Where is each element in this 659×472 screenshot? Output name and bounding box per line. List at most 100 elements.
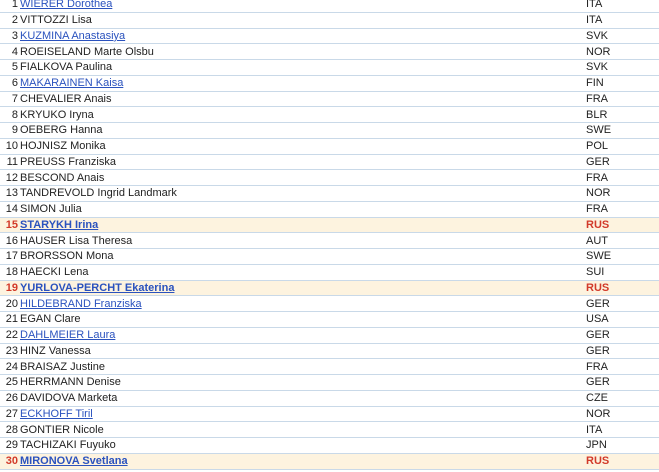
athlete-cell: DAVIDOVA Marketa — [20, 390, 580, 407]
athlete-name-link[interactable]: DAHLMEIER Laura — [20, 329, 115, 341]
nation-cell: RUS — [580, 453, 659, 470]
table-row: 15 STARYKH Irina RUS — [0, 217, 659, 234]
nation-cell: POL — [580, 138, 659, 155]
table-row: 24 BRAISAZ Justine FRA — [0, 358, 659, 375]
athlete-name: CHEVALIER Anais — [20, 92, 112, 105]
table-row: 10 HOJNISZ Monika POL — [0, 138, 659, 155]
rank-cell: 4 — [0, 43, 20, 60]
results-table-body: 1 WIERER Dorothea ITA 2 VITTOZZI Lisa ITA 3 KUZ… — [0, 0, 659, 470]
rank-cell: 20 — [0, 295, 20, 312]
athlete-cell: TACHIZAKI Fuyuko — [20, 437, 580, 454]
athlete-cell: HAECKI Lena — [20, 264, 580, 281]
athlete-cell: SIMON Julia — [20, 201, 580, 218]
athlete-cell: ECKHOFF Tiril — [20, 406, 580, 423]
athlete-cell: VITTOZZI Lisa — [20, 12, 580, 29]
table-row: 23 HINZ Vanessa GER — [0, 343, 659, 360]
athlete-name: EGAN Clare — [20, 313, 81, 326]
table-row: 13 TANDREVOLD Ingrid Landmark NOR — [0, 185, 659, 202]
nation-cell: SVK — [580, 28, 659, 45]
athlete-name: VITTOZZI Lisa — [20, 14, 92, 27]
athlete-name: TACHIZAKI Fuyuko — [20, 439, 116, 452]
rank-cell: 30 — [0, 453, 20, 470]
athlete-cell: WIERER Dorothea — [20, 0, 580, 13]
table-row: 3 KUZMINA Anastasiya SVK — [0, 28, 659, 45]
table-row: 30 MIRONOVA Svetlana RUS — [0, 453, 659, 470]
nation-cell: SWE — [580, 122, 659, 139]
athlete-name-link[interactable]: HILDEBRAND Franziska — [20, 298, 142, 310]
rank-cell: 8 — [0, 106, 20, 123]
nation-cell: NOR — [580, 43, 659, 60]
nation-cell: CZE — [580, 390, 659, 407]
nation-cell: FRA — [580, 91, 659, 108]
nation-cell: GER — [580, 154, 659, 171]
athlete-cell: YURLOVA-PERCHT Ekaterina — [20, 280, 580, 297]
rank-cell: 27 — [0, 406, 20, 423]
athlete-name-link[interactable]: WIERER Dorothea — [20, 0, 112, 10]
athlete-cell: PREUSS Franziska — [20, 154, 580, 171]
athlete-cell: HAUSER Lisa Theresa — [20, 232, 580, 249]
rank-cell: 21 — [0, 311, 20, 328]
table-row: 29 TACHIZAKI Fuyuko JPN — [0, 437, 659, 454]
table-row: 19 YURLOVA-PERCHT Ekaterina RUS — [0, 280, 659, 297]
athlete-name: OEBERG Hanna — [20, 124, 103, 137]
table-row: 1 WIERER Dorothea ITA — [0, 0, 659, 13]
athlete-cell: DAHLMEIER Laura — [20, 327, 580, 344]
table-row: 16 HAUSER Lisa Theresa AUT — [0, 232, 659, 249]
athlete-cell: BRAISAZ Justine — [20, 358, 580, 375]
table-row: 12 BESCOND Anais FRA — [0, 169, 659, 186]
athlete-cell: HINZ Vanessa — [20, 343, 580, 360]
nation-cell: FRA — [580, 169, 659, 186]
athlete-name: HOJNISZ Monika — [20, 140, 106, 153]
athlete-name-link[interactable]: MIRONOVA Svetlana — [20, 455, 128, 467]
nation-cell: RUS — [580, 217, 659, 234]
rank-cell: 9 — [0, 122, 20, 139]
athlete-name: TANDREVOLD Ingrid Landmark — [20, 187, 177, 200]
table-row: 8 KRYUKO Iryna BLR — [0, 106, 659, 123]
table-row: 17 BRORSSON Mona SWE — [0, 248, 659, 265]
athlete-cell: HILDEBRAND Franziska — [20, 295, 580, 312]
athlete-name-link[interactable]: STARYKH Irina — [20, 219, 98, 231]
athlete-name-link[interactable]: ECKHOFF Tiril — [20, 408, 93, 420]
athlete-name-link[interactable]: KUZMINA Anastasiya — [20, 30, 125, 42]
nation-cell: SUI — [580, 264, 659, 281]
rank-cell: 7 — [0, 91, 20, 108]
athlete-name: BRAISAZ Justine — [20, 360, 105, 373]
nation-cell: GER — [580, 327, 659, 344]
athlete-name: FIALKOVA Paulina — [20, 61, 113, 74]
athlete-cell: HOJNISZ Monika — [20, 138, 580, 155]
table-row: 28 GONTIER Nicole ITA — [0, 421, 659, 438]
nation-cell: GER — [580, 343, 659, 360]
athlete-name: BRORSSON Mona — [20, 250, 114, 263]
nation-cell: GER — [580, 295, 659, 312]
nation-cell: BLR — [580, 106, 659, 123]
athlete-cell: TANDREVOLD Ingrid Landmark — [20, 185, 580, 202]
nation-cell: NOR — [580, 185, 659, 202]
rank-cell: 23 — [0, 343, 20, 360]
nation-cell: FRA — [580, 201, 659, 218]
athlete-name: DAVIDOVA Marketa — [20, 392, 118, 405]
nation-cell: NOR — [580, 406, 659, 423]
rank-cell: 14 — [0, 201, 20, 218]
athlete-name: GONTIER Nicole — [20, 423, 104, 436]
nation-cell: ITA — [580, 12, 659, 29]
results-table: 1 WIERER Dorothea ITA 2 VITTOZZI Lisa ITA 3 KUZ… — [0, 0, 659, 470]
athlete-cell: MAKARAINEN Kaisa — [20, 75, 580, 92]
rank-cell: 18 — [0, 264, 20, 281]
table-row: 14 SIMON Julia FRA — [0, 201, 659, 218]
nation-cell: FIN — [580, 75, 659, 92]
rank-cell: 25 — [0, 374, 20, 391]
table-row: 25 HERRMANN Denise GER — [0, 374, 659, 391]
athlete-name: HINZ Vanessa — [20, 344, 91, 357]
athlete-name: HAUSER Lisa Theresa — [20, 234, 133, 247]
table-row: 11 PREUSS Franziska GER — [0, 154, 659, 171]
nation-cell: JPN — [580, 437, 659, 454]
nation-cell: FRA — [580, 358, 659, 375]
table-row: 2 VITTOZZI Lisa ITA — [0, 12, 659, 29]
table-row: 4 ROEISELAND Marte Olsbu NOR — [0, 43, 659, 60]
athlete-name-link[interactable]: YURLOVA-PERCHT Ekaterina — [20, 282, 174, 294]
rank-cell: 1 — [0, 0, 20, 13]
rank-cell: 11 — [0, 154, 20, 171]
athlete-name-link[interactable]: MAKARAINEN Kaisa — [20, 77, 123, 89]
rank-cell: 13 — [0, 185, 20, 202]
nation-cell: RUS — [580, 280, 659, 297]
